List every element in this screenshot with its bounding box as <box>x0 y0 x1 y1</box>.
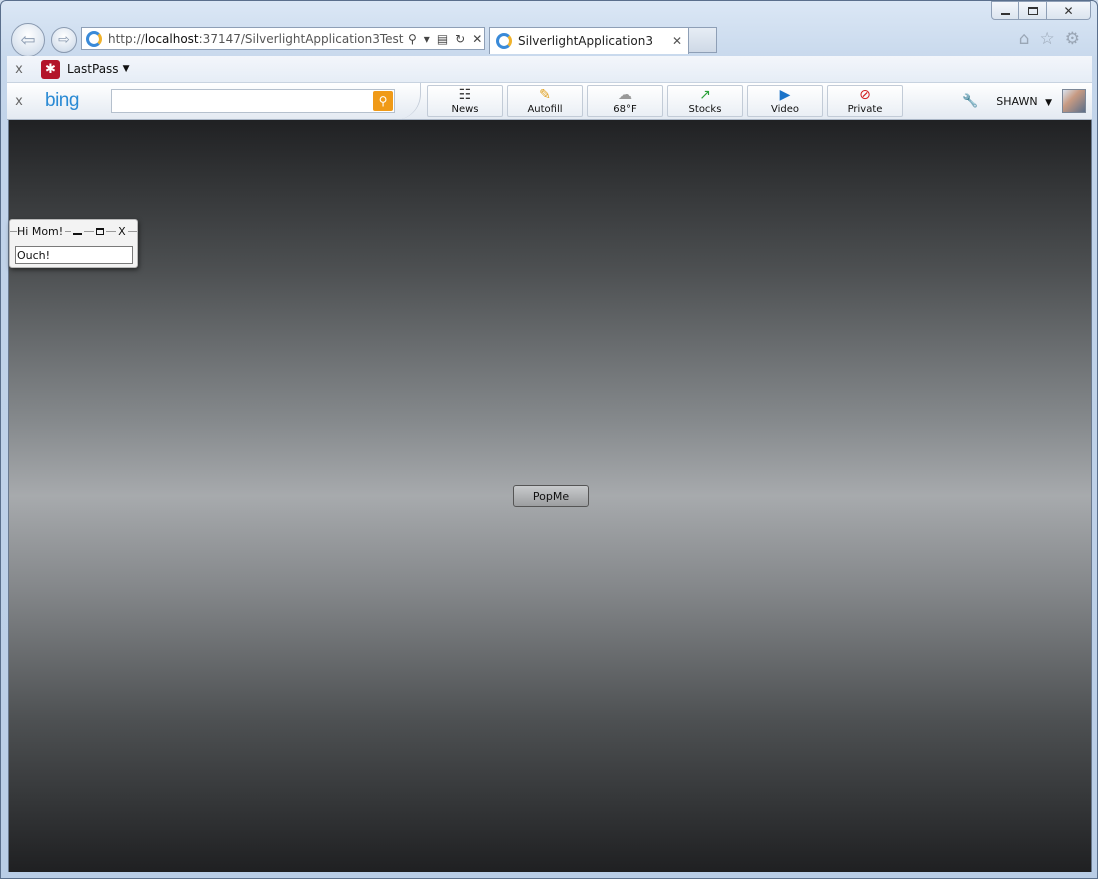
navigation-row: ⇦ ⇨ http://localhost:37147/SilverlightAp… <box>9 23 1094 57</box>
user-menu[interactable]: SHAWN ▼ <box>996 95 1052 108</box>
back-button[interactable]: ⇦ <box>11 23 45 57</box>
private-icon: ⊘ <box>859 87 871 103</box>
maximize-button[interactable] <box>1019 1 1047 20</box>
popme-button[interactable]: PopMe <box>513 485 589 507</box>
child-window-hi-mom[interactable]: Hi Mom! X <box>9 219 138 268</box>
bing-toolbar: x bing ⚲ ☷ News ✎ Autofill ☁ 68°F ↗ Stoc… <box>7 82 1092 120</box>
compatibility-view-icon[interactable]: ▤ <box>437 32 448 46</box>
home-icon[interactable]: ⌂ <box>1019 29 1030 49</box>
child-minimize-button[interactable] <box>71 227 85 235</box>
child-maximize-button[interactable] <box>94 227 107 235</box>
avatar[interactable] <box>1062 89 1086 113</box>
address-bar[interactable]: http://localhost:37147/SilverlightApplic… <box>81 27 485 50</box>
autofill-icon: ✎ <box>539 87 551 103</box>
private-button[interactable]: ⊘ Private <box>827 85 903 117</box>
lastpass-toolbar: x ✱ LastPass ▼ <box>7 56 1092 83</box>
lastpass-toolbar-close-icon[interactable]: x <box>9 62 29 77</box>
browser-window: ✕ ⇦ ⇨ http://localhost:37147/Silverlight… <box>0 0 1098 879</box>
url-prefix: http:// <box>108 31 145 46</box>
stocks-label: Stocks <box>688 104 722 115</box>
weather-button[interactable]: ☁ 68°F <box>587 85 663 117</box>
window-close-button[interactable]: ✕ <box>1047 1 1091 20</box>
minimize-button[interactable] <box>991 1 1019 20</box>
stop-icon[interactable]: ✕ <box>472 32 482 46</box>
maximize-icon <box>1027 6 1038 15</box>
close-icon: ✕ <box>1063 3 1074 18</box>
url-host: localhost <box>144 31 199 46</box>
minimize-icon <box>1000 12 1010 15</box>
ie-tab-icon <box>496 33 512 49</box>
video-label: Video <box>770 104 800 115</box>
search-icon[interactable]: ⚲ <box>408 32 417 46</box>
window-caption-buttons: ✕ <box>991 1 1091 20</box>
refresh-icon[interactable]: ↻ <box>455 32 465 46</box>
stocks-icon: ↗ <box>699 87 711 103</box>
child-window-title: Hi Mom! <box>17 224 66 238</box>
child-window-title-bar[interactable]: Hi Mom! X <box>10 220 137 242</box>
tab-silverlightapplication3[interactable]: SilverlightApplication3 ✕ <box>489 27 689 54</box>
lastpass-asterisk: ✱ <box>45 61 56 77</box>
new-tab-button[interactable] <box>689 27 717 53</box>
child-window-text-field[interactable] <box>15 246 133 264</box>
forward-arrow-icon: ⇨ <box>58 32 70 48</box>
child-close-button[interactable]: X <box>116 224 128 238</box>
news-button[interactable]: ☷ News <box>427 85 503 117</box>
user-name: SHAWN <box>996 94 1038 108</box>
bing-toolbar-right: 🔧 SHAWN ▼ <box>962 89 1086 113</box>
maximize-icon <box>96 227 105 235</box>
back-arrow-icon: ⇦ <box>20 29 36 51</box>
wrench-icon[interactable]: 🔧 <box>962 94 978 109</box>
news-icon: ☷ <box>458 87 472 103</box>
autofill-label: Autofill <box>527 104 563 115</box>
child-window-controls: X <box>71 224 128 238</box>
settings-gear-icon[interactable]: ⚙ <box>1065 29 1080 49</box>
private-label: Private <box>847 104 883 115</box>
tab-title: SilverlightApplication3 <box>518 34 653 48</box>
news-label: News <box>451 104 479 115</box>
user-caret-icon: ▼ <box>1045 97 1052 108</box>
lastpass-caret-icon[interactable]: ▼ <box>123 64 130 74</box>
tab-close-icon[interactable]: ✕ <box>672 34 682 48</box>
weather-icon: ☁ <box>618 87 632 103</box>
lastpass-logo-icon: ✱ <box>41 59 60 79</box>
lastpass-menu[interactable]: LastPass <box>67 62 119 76</box>
ie-page-icon <box>86 30 102 47</box>
command-icons: ⌂ ☆ ⚙ <box>1019 29 1080 49</box>
url-rest: :37147/SilverlightApplication3TestPage. <box>198 31 404 46</box>
favorites-star-icon[interactable]: ☆ <box>1040 29 1055 49</box>
bing-logo[interactable]: bing <box>45 90 97 112</box>
search-icon: ⚲ <box>378 94 388 108</box>
address-url[interactable]: http://localhost:37147/SilverlightApplic… <box>108 32 404 46</box>
stocks-button[interactable]: ↗ Stocks <box>667 85 743 117</box>
bing-toolbar-close-icon[interactable]: x <box>9 94 29 109</box>
weather-label: 68°F <box>613 104 637 115</box>
address-tools: ⚲ ▾ ▤ ↻ ✕ <box>408 32 482 46</box>
bing-search-go-button[interactable]: ⚲ <box>373 91 393 111</box>
bing-search-input[interactable]: ⚲ <box>111 89 395 113</box>
toolbar-separator <box>395 82 421 120</box>
dropdown-icon[interactable]: ▾ <box>424 32 430 46</box>
silverlight-content-area: Hi Mom! X PopMe <box>8 120 1092 872</box>
autofill-button[interactable]: ✎ Autofill <box>507 85 583 117</box>
forward-button[interactable]: ⇨ <box>51 27 77 53</box>
video-button[interactable]: ▶ Video <box>747 85 823 117</box>
minimize-icon <box>73 232 83 235</box>
video-icon: ▶ <box>779 87 791 103</box>
